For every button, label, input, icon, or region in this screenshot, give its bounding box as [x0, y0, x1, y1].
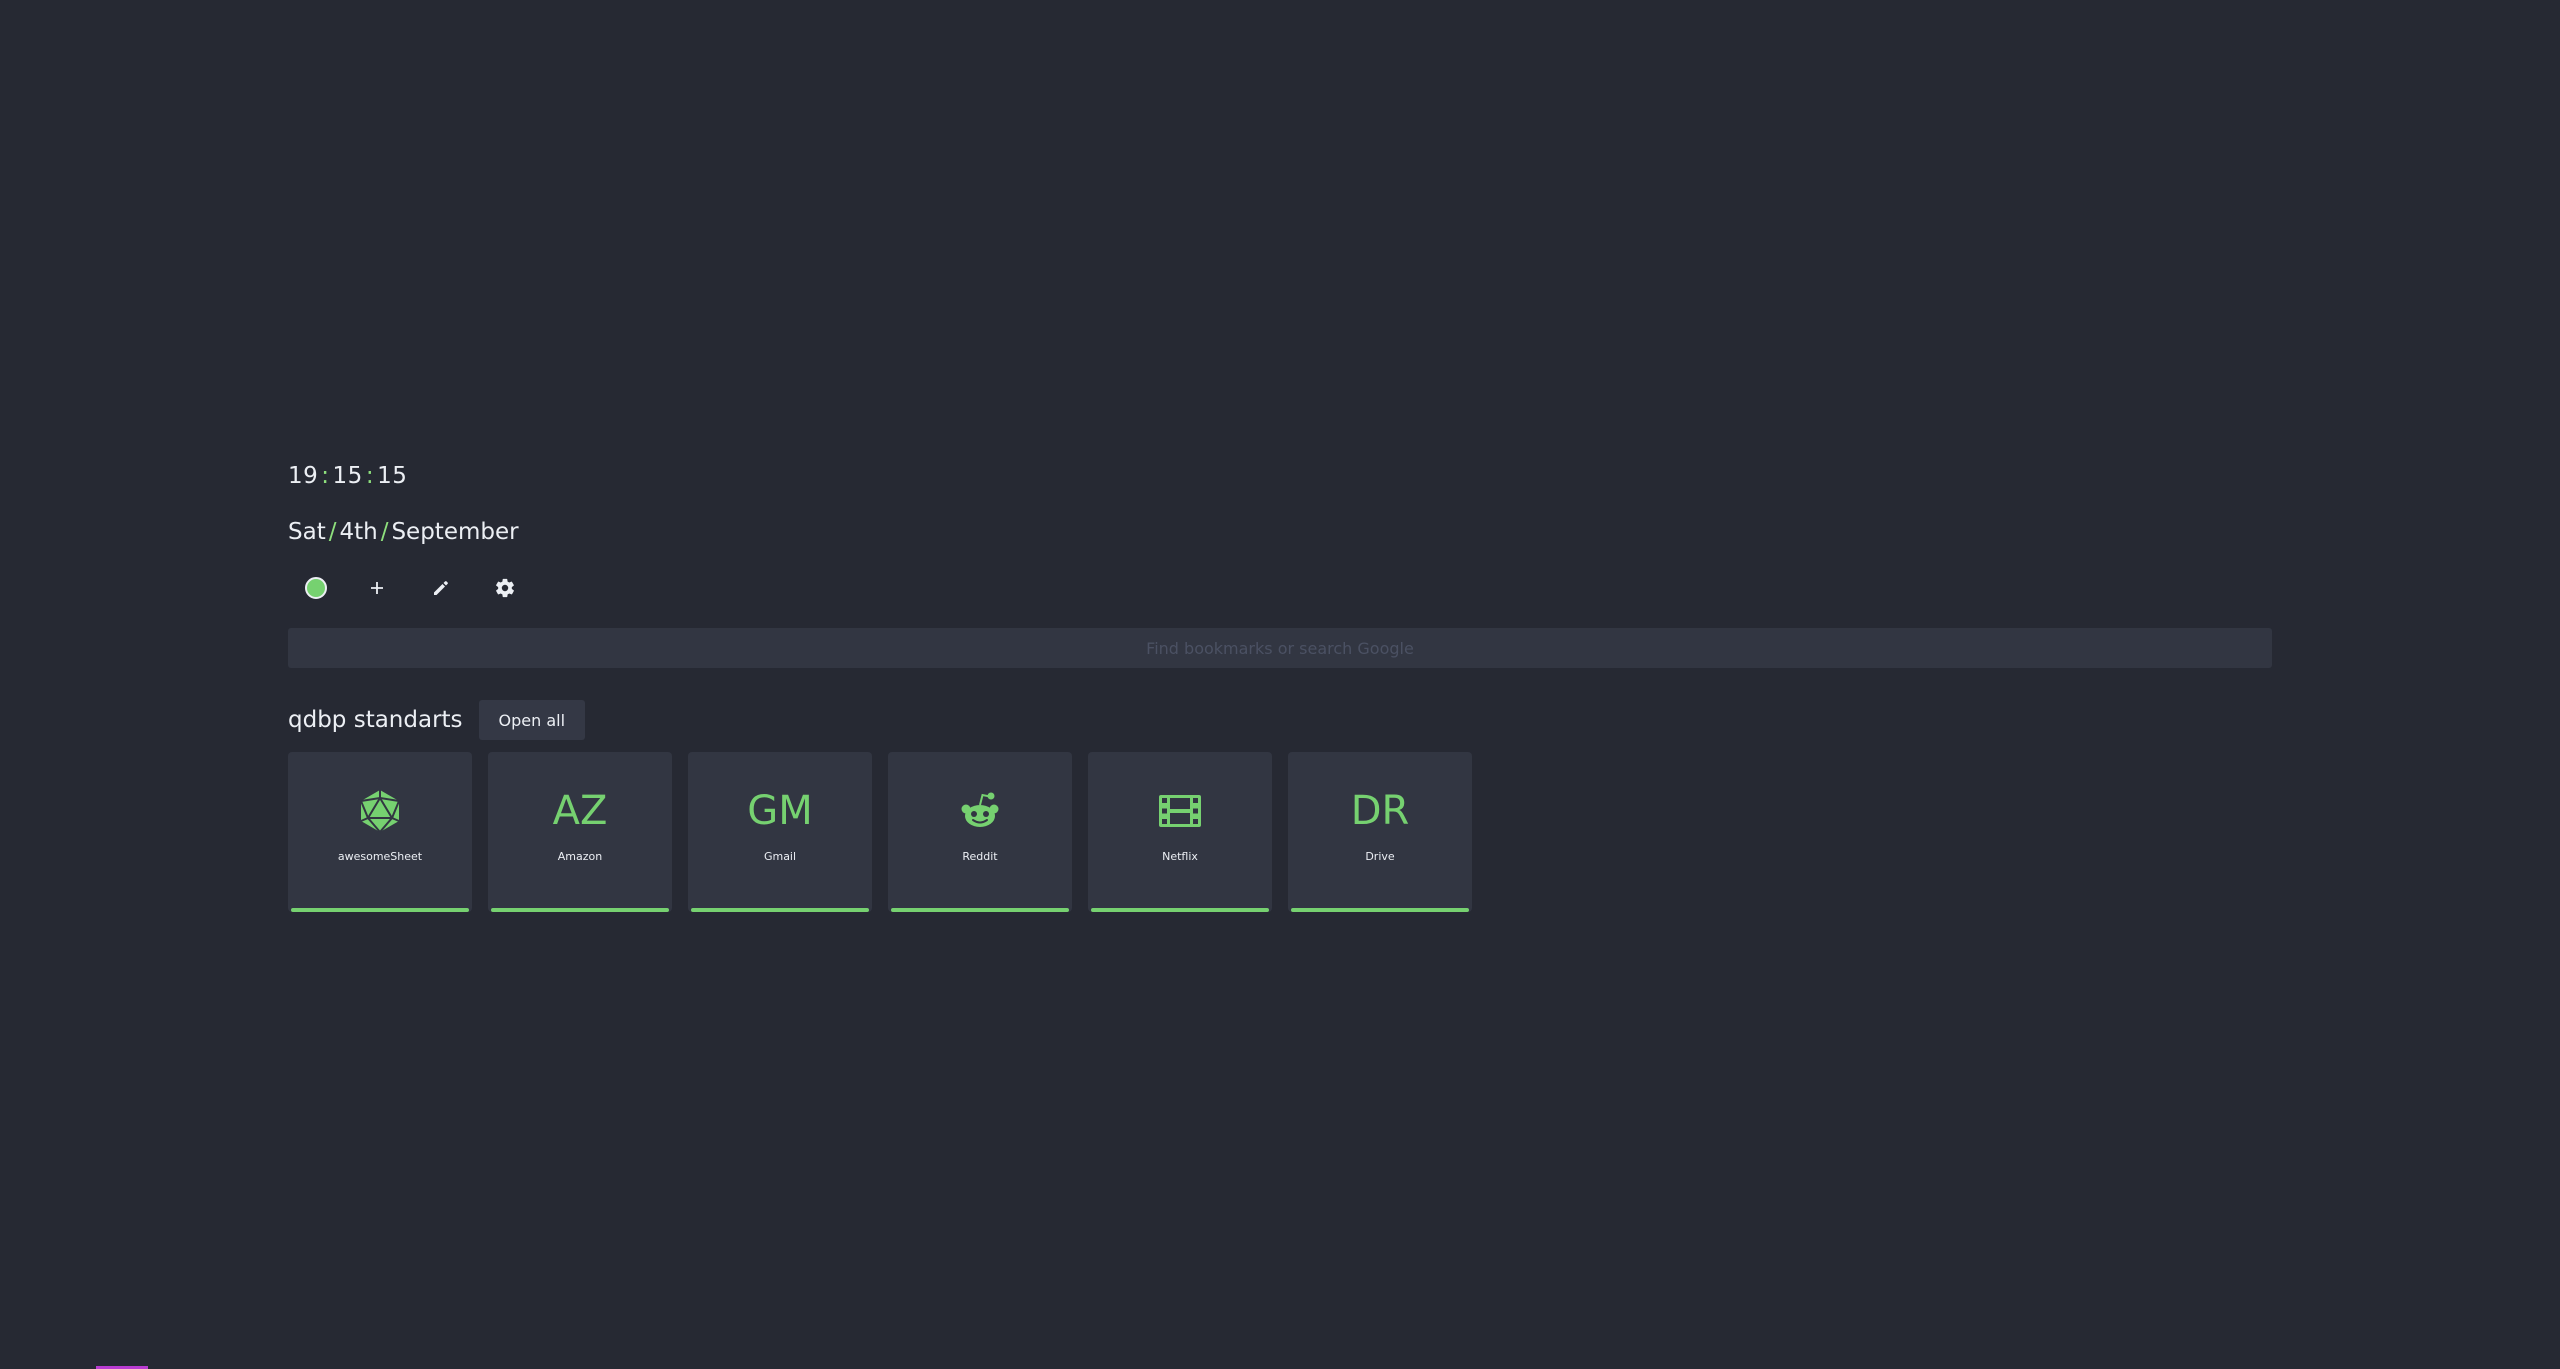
- settings-button[interactable]: [473, 572, 537, 604]
- bookmark-gmail[interactable]: GM Gmail: [688, 752, 872, 912]
- bookmark-group-header: qdbp standarts Open all: [288, 700, 2272, 740]
- bookmark-label: Gmail: [763, 850, 797, 863]
- plus-icon: [371, 582, 383, 594]
- clock-separator: :: [365, 463, 375, 489]
- pencil-icon: [434, 581, 448, 595]
- date-separator: /: [328, 519, 337, 545]
- toolbar: [288, 572, 2272, 604]
- dashboard: 19:15:15 Sat/4th/September qdbp standart…: [288, 460, 2272, 912]
- clock-minutes: 15: [332, 463, 363, 489]
- bookmark-label: Amazon: [557, 850, 603, 863]
- accent-bar: [691, 908, 869, 912]
- bookmark-amazon[interactable]: AZ Amazon: [488, 752, 672, 912]
- date-day: Sat: [288, 519, 326, 545]
- film-icon: [1159, 795, 1201, 827]
- open-all-button[interactable]: Open all: [478, 700, 586, 740]
- add-button[interactable]: [345, 572, 409, 604]
- search-input[interactable]: [288, 628, 2272, 668]
- d20-icon: [360, 790, 400, 833]
- bookmark-letters: DR: [1350, 788, 1410, 834]
- date-date: 4th: [339, 519, 378, 545]
- accent-bar: [291, 908, 469, 912]
- clock: 19:15:15: [288, 460, 2272, 492]
- bookmark-letters: AZ: [552, 788, 608, 834]
- bookmark-letters: GM: [747, 788, 813, 834]
- bookmark-label: Netflix: [1162, 850, 1198, 863]
- clock-separator: :: [321, 463, 330, 489]
- accent-bar: [891, 908, 1069, 912]
- gear-icon: [496, 578, 514, 598]
- date-separator: /: [380, 519, 389, 545]
- bookmark-label: awesomeSheet: [337, 850, 423, 863]
- theme-toggle-button[interactable]: [288, 572, 345, 604]
- accent-bar: [1091, 908, 1269, 912]
- clock-seconds: 15: [377, 463, 408, 489]
- date: Sat/4th / September: [288, 516, 2272, 548]
- circle-icon: [305, 577, 327, 599]
- accent-bar: [491, 908, 669, 912]
- bookmark-awesomesheet[interactable]: awesomeSheet: [288, 752, 472, 912]
- accent-bar: [1291, 908, 1469, 912]
- bookmark-reddit[interactable]: Reddit: [888, 752, 1072, 912]
- bookmark-list: awesomeSheet AZ Amazon GM Gmail Reddit N…: [288, 752, 2272, 912]
- bookmark-netflix[interactable]: Netflix: [1088, 752, 1272, 912]
- bookmark-label: Drive: [1365, 850, 1395, 863]
- bookmark-drive[interactable]: DR Drive: [1288, 752, 1472, 912]
- bookmark-label: Reddit: [962, 850, 998, 863]
- reddit-icon: [961, 792, 999, 827]
- group-title: qdbp standarts: [288, 707, 463, 733]
- date-month: September: [391, 519, 519, 545]
- edit-button[interactable]: [409, 572, 473, 604]
- clock-hours: 19: [288, 463, 319, 489]
